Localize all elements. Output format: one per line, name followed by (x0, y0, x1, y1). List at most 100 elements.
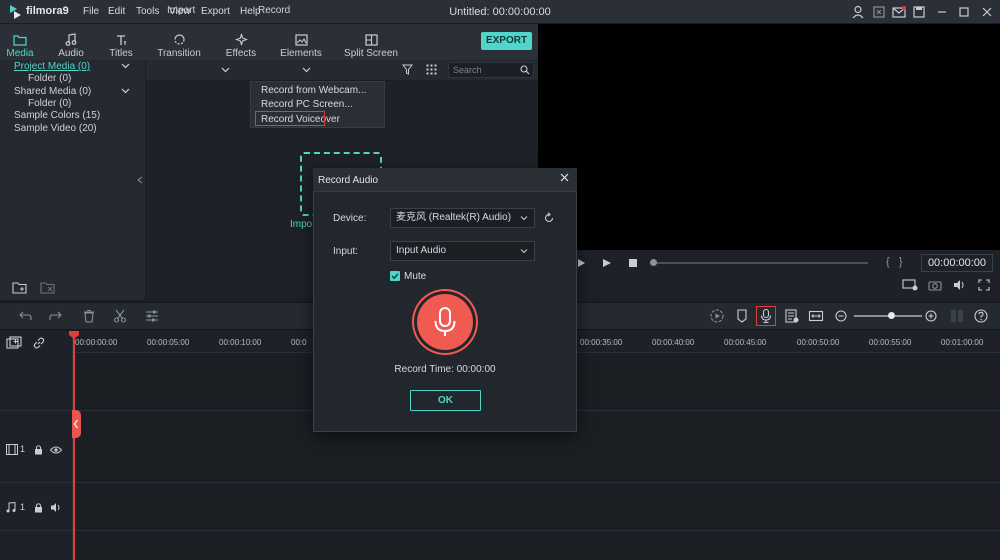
new-folder-icon[interactable] (12, 281, 28, 294)
play-icon[interactable] (602, 258, 612, 268)
input-select[interactable]: Input Audio (390, 241, 535, 261)
dialog-close-icon[interactable] (560, 173, 569, 182)
mark-in-out-icon[interactable]: { } (886, 256, 903, 268)
tab-media[interactable]: Media (4, 28, 36, 64)
library-item-folder[interactable]: Folder (0) (28, 73, 71, 84)
transition-icon (173, 34, 185, 45)
search-input[interactable] (449, 63, 511, 77)
filter-icon[interactable] (402, 64, 413, 75)
record-button[interactable] (417, 294, 473, 350)
library-item-sample-video[interactable]: Sample Video (20) (14, 123, 97, 134)
device-select[interactable]: 麦克风 (Realtek(R) Audio) (390, 208, 535, 228)
refresh-icon[interactable] (543, 212, 555, 224)
tab-split-screen[interactable]: Split Screen (342, 28, 400, 64)
snapshot-camera-icon[interactable] (928, 279, 942, 291)
chevron-down-icon[interactable] (121, 86, 130, 95)
search-box (448, 62, 534, 78)
tab-elements-label: Elements (280, 48, 322, 59)
zoom-in-icon[interactable] (923, 308, 939, 324)
cut-scissors-icon[interactable] (112, 308, 128, 324)
help-icon[interactable] (973, 308, 989, 324)
playback-scrubber[interactable] (650, 259, 657, 266)
chevron-down-icon[interactable] (221, 66, 230, 75)
library-item-project-media[interactable]: Project Media (0) (14, 61, 90, 72)
folder-icon (13, 35, 27, 46)
tab-effects[interactable]: Effects (222, 28, 260, 64)
fullscreen-icon[interactable] (978, 279, 990, 291)
ruler-tick-label: 00:01:00:00 (941, 338, 984, 347)
ruler-tick-label: 00:00:40:00 (652, 338, 695, 347)
ruler-tick-label: 00:00:10:00 (219, 338, 262, 347)
volume-icon[interactable] (953, 279, 967, 291)
ruler-tick-label: 00:00:35:00 (580, 338, 623, 347)
account-icon[interactable] (850, 4, 866, 20)
lock-icon[interactable] (34, 444, 43, 455)
playhead[interactable] (73, 331, 75, 560)
eye-visibility-icon[interactable] (50, 446, 62, 454)
ruler-tick-label: 00:0 (291, 338, 307, 347)
render-preview-icon[interactable] (902, 279, 918, 291)
marker-icon[interactable] (734, 308, 750, 324)
speaker-icon[interactable] (50, 502, 62, 513)
library-item-shared-folder[interactable]: Folder (0) (28, 98, 71, 109)
chevron-down-icon (520, 242, 528, 260)
library-item-sample-colors[interactable]: Sample Colors (15) (14, 110, 100, 121)
import-dropdown[interactable]: Import (167, 5, 195, 16)
feedback-icon[interactable] (871, 4, 887, 20)
voiceover-highlight (255, 111, 325, 126)
tab-audio[interactable]: Audio (55, 28, 87, 64)
playback-progress-bar[interactable] (654, 262, 868, 264)
device-label: Device: (333, 213, 367, 224)
input-label: Input: (333, 246, 359, 257)
playhead-drag-handle[interactable] (72, 410, 81, 438)
columns-icon[interactable] (949, 308, 965, 324)
record-dropdown[interactable]: Record (258, 5, 290, 16)
link-icon[interactable] (32, 336, 46, 350)
tab-transition-label: Transition (157, 48, 201, 59)
audio-mixer-icon[interactable] (784, 308, 800, 324)
collapse-panel-icon[interactable] (137, 176, 143, 184)
mail-icon[interactable] (891, 4, 907, 20)
ok-button[interactable]: OK (410, 390, 481, 411)
minimize-icon[interactable] (934, 4, 950, 20)
close-icon[interactable] (979, 4, 995, 20)
tab-elements[interactable]: Elements (279, 28, 323, 64)
record-pc-screen-option[interactable]: Record PC Screen... (261, 99, 353, 110)
device-select-value: 麦克风 (Realtek(R) Audio) (396, 212, 512, 223)
microphone-icon (434, 307, 456, 336)
audio-track-number: 1 (20, 502, 26, 512)
import-hint-text[interactable]: Impo (290, 219, 312, 230)
zoom-fit-icon[interactable] (808, 308, 824, 324)
microphone-icon[interactable] (758, 308, 774, 324)
render-icon[interactable] (709, 308, 725, 324)
preview-window[interactable] (538, 24, 1000, 250)
playhead-top-marker[interactable] (69, 331, 79, 339)
add-track-icon[interactable] (6, 336, 22, 350)
grid-view-icon[interactable] (426, 64, 437, 75)
delete-trash-icon[interactable] (81, 308, 97, 324)
chevron-down-icon[interactable] (121, 61, 130, 70)
text-t-icon (117, 35, 126, 45)
tab-titles[interactable]: Titles (106, 28, 136, 64)
ruler-tick-label: 00:00:50:00 (797, 338, 840, 347)
maximize-icon[interactable] (956, 4, 972, 20)
mute-checkbox[interactable] (390, 271, 400, 281)
undo-icon[interactable] (17, 308, 33, 324)
save-icon[interactable] (911, 4, 927, 20)
adjust-settings-icon[interactable] (144, 308, 160, 324)
search-icon[interactable] (520, 65, 530, 75)
chevron-down-icon[interactable] (302, 66, 311, 75)
lock-icon[interactable] (34, 502, 43, 513)
stop-icon[interactable] (628, 258, 638, 268)
redo-icon[interactable] (48, 308, 64, 324)
record-from-webcam-option[interactable]: Record from Webcam... (261, 85, 366, 96)
tab-transition[interactable]: Transition (155, 28, 203, 64)
mute-label[interactable]: Mute (404, 271, 426, 282)
zoom-out-icon[interactable] (833, 308, 849, 324)
delete-folder-icon[interactable] (40, 281, 56, 294)
export-button[interactable]: EXPORT (481, 32, 532, 50)
play-prev-icon[interactable] (576, 258, 586, 268)
split-screen-icon (364, 34, 378, 46)
zoom-slider-knob[interactable] (888, 312, 895, 319)
library-item-shared-media[interactable]: Shared Media (0) (14, 86, 91, 97)
